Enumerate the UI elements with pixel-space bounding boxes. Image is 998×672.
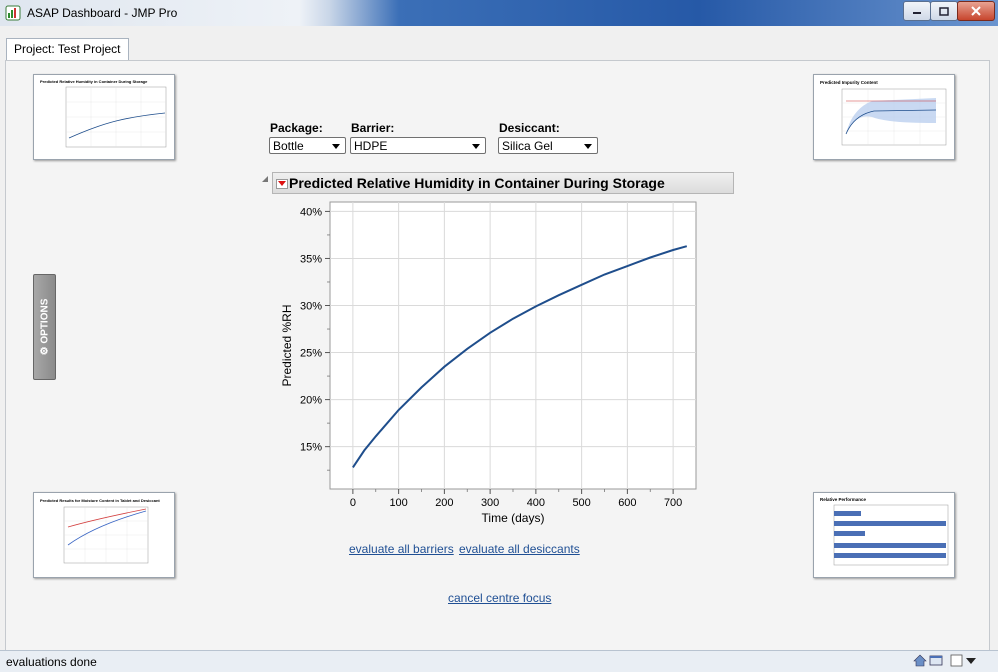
options-label-wrap: ⚙ OPTIONS [39,299,50,356]
barrier-select[interactable]: HDPE [350,137,486,154]
chevron-down-icon [332,144,340,149]
evaluate-all-desiccants-link[interactable]: evaluate all desiccants [459,542,580,556]
options-side-tab[interactable]: ⚙ OPTIONS [33,274,56,380]
y-tick-label: 15% [300,442,322,454]
plot-frame [329,201,697,490]
title-bar[interactable]: ASAP Dashboard - JMP Pro [0,0,998,26]
maximize-icon [939,6,949,16]
barrier-value: HDPE [354,139,388,153]
barrier-label: Barrier: [351,121,395,135]
x-tick-label: 400 [527,497,545,509]
evaluate-all-barriers-link[interactable]: evaluate all barriers [349,542,454,556]
thumbnail-humidity-chart: Predicted Relative Humidity in Container… [40,79,167,148]
disclosure-triangle-icon[interactable] [262,176,268,182]
x-tick-label: 500 [572,497,590,509]
y-tick-label: 40% [300,206,322,218]
minimize-icon [913,12,921,14]
y-tick-label: 25% [300,348,322,360]
humidity-line-chart: 0 100 200 300 400 500 600 700 15% 20% 25% 30% 35% 40%… [280,201,697,525]
window-title: ASAP Dashboard - JMP Pro [27,6,178,20]
report-outline-header[interactable]: Predicted Relative Humidity in Container… [272,172,734,194]
jmp-app-icon [5,5,21,21]
package-value: Bottle [273,139,304,153]
dropdown-arrow-icon[interactable] [964,654,978,667]
desiccant-value: Silica Gel [502,139,553,153]
maximize-button[interactable] [930,1,958,21]
y-axis-label: Predicted %RH [280,304,294,386]
status-text: evaluations done [6,655,97,669]
minimize-button[interactable] [903,1,931,21]
y-tick-label: 35% [300,253,322,265]
thumbnail-performance[interactable]: Relative Performance [813,492,955,578]
y-tick-label: 20% [300,395,322,407]
checkbox-icon[interactable] [950,654,964,667]
home-icon[interactable] [913,654,927,667]
status-bar: evaluations done [0,650,998,672]
chevron-down-icon [584,144,592,149]
thumbnail-title: Predicted Impurity Content [820,80,878,85]
x-axis-label: Time (days) [482,511,545,525]
package-label: Package: [270,121,323,135]
thumbnail-humidity[interactable]: Predicted Relative Humidity in Container… [33,74,175,160]
tab-label: Project: Test Project [14,42,121,56]
gear-icon: ⚙ [39,346,50,356]
report-title: Predicted Relative Humidity in Container… [289,175,665,191]
close-icon [971,6,981,16]
x-tick-label: 0 [350,497,356,509]
x-tick-label: 600 [618,497,636,509]
desiccant-select[interactable]: Silica Gel [498,137,598,154]
package-select[interactable]: Bottle [269,137,346,154]
thumbnail-title: Relative Performance [820,497,867,502]
thumbnail-moisture[interactable]: Predicted Results for Moisture Content i… [33,492,175,578]
x-tick-label: 700 [664,497,682,509]
thumbnail-impurity[interactable]: Predicted Impurity Content [813,74,955,160]
desiccant-label: Desiccant: [499,121,560,135]
x-tick-label: 100 [389,497,407,509]
thumbnail-title: Predicted Relative Humidity in Container… [40,79,148,84]
thumbnail-impurity-chart: Predicted Impurity Content [820,80,947,146]
thumbnail-moisture-chart: Predicted Results for Moisture Content i… [40,498,160,564]
close-button[interactable] [957,1,995,21]
y-tick-label: 30% [300,301,322,313]
options-label: OPTIONS [39,298,50,344]
thumbnail-performance-chart: Relative Performance [820,497,949,566]
thumbnail-title: Predicted Results for Moisture Content i… [40,498,160,503]
x-tick-label: 200 [435,497,453,509]
cancel-centre-focus-link[interactable]: cancel centre focus [448,591,551,605]
red-triangle-menu-icon[interactable] [276,179,288,189]
x-tick-label: 300 [481,497,499,509]
window-list-icon[interactable] [929,654,943,667]
chevron-down-icon [472,144,480,149]
tab-project[interactable]: Project: Test Project [6,38,129,61]
